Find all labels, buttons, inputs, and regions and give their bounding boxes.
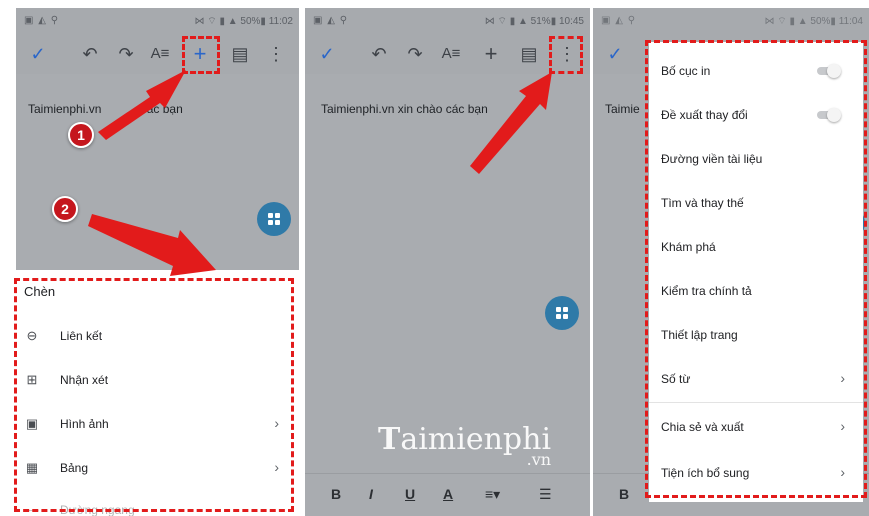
explore-fab-icon[interactable] — [545, 296, 579, 330]
status-icons-right: ⋈ ⌔ ▮ ▲ 51%▮ 10:45 — [484, 16, 584, 27]
list-icon[interactable]: ☰ — [539, 486, 552, 503]
done-check-icon[interactable]: ✓ — [603, 42, 627, 66]
undo-icon[interactable]: ↶ — [367, 42, 391, 66]
status-bar: ▣ ◭ ⚲ ⋈ ⌔ ▮ ▲ 50%▮ 11:02 — [16, 8, 299, 34]
redo-icon[interactable]: ↷ — [114, 42, 138, 66]
italic-icon[interactable]: I — [369, 486, 373, 502]
redo-icon[interactable]: ↷ — [403, 42, 427, 66]
status-icons-left: ▣ ◭ ⚲ — [24, 15, 60, 26]
more-vert-icon[interactable]: ⋮ — [264, 42, 288, 66]
document-text: Taimienphi.vn xin chào các bạn — [321, 102, 488, 116]
status-icons-left: ▣ ◭ ⚲ — [313, 15, 349, 26]
step-badge-1: 1 — [68, 122, 94, 148]
done-check-icon[interactable]: ✓ — [315, 42, 339, 66]
highlight-insert-sheet — [14, 278, 294, 512]
watermark-logo: Taimienphi .vn — [378, 422, 551, 469]
explore-fab-icon[interactable] — [257, 202, 291, 236]
bold-icon[interactable]: B — [331, 486, 341, 502]
highlight-overflow-menu — [645, 40, 867, 498]
text-format-icon[interactable]: A≡ — [148, 42, 172, 66]
status-icons-left: ▣ ◭ ⚲ — [601, 15, 637, 26]
comment-icon[interactable]: ▤ — [517, 42, 541, 66]
watermark-suffix: .vn — [526, 450, 552, 469]
editor-toolbar: ✓ ↶ ↷ A≡ + ▤ ⋮ — [16, 34, 299, 74]
comment-icon[interactable]: ▤ — [228, 42, 252, 66]
format-toolbar: B I U A ≡▾ ☰ — [305, 473, 590, 516]
highlight-more-button — [549, 36, 583, 74]
status-bar: ▣ ◭ ⚲ ⋈ ⌔ ▮ ▲ 50%▮ 11:04 — [593, 8, 869, 34]
underline-icon[interactable]: U — [405, 486, 415, 502]
status-icons-right: ⋈ ⌔ ▮ ▲ 50%▮ 11:02 — [194, 16, 293, 27]
highlight-insert-button — [182, 36, 220, 74]
text-color-icon[interactable]: A — [443, 486, 453, 502]
text-format-icon[interactable]: A≡ — [439, 42, 463, 66]
step-badge-2: 2 — [52, 196, 78, 222]
status-bar: ▣ ◭ ⚲ ⋈ ⌔ ▮ ▲ 51%▮ 10:45 — [305, 8, 590, 34]
undo-icon[interactable]: ↶ — [78, 42, 102, 66]
bold-icon[interactable]: B — [619, 486, 629, 502]
document-text: Taimie — [605, 102, 640, 116]
insert-plus-icon[interactable]: + — [479, 42, 503, 66]
document-text: Taimienphi.vn các bạn — [28, 102, 183, 116]
status-icons-right: ⋈ ⌔ ▮ ▲ 50%▮ 11:04 — [764, 16, 863, 27]
align-icon[interactable]: ≡▾ — [485, 486, 500, 503]
editor-toolbar: ✓ ↶ ↷ A≡ + ▤ ⋮ — [305, 34, 590, 74]
watermark-prefix: T — [378, 422, 401, 457]
done-check-icon[interactable]: ✓ — [26, 42, 50, 66]
